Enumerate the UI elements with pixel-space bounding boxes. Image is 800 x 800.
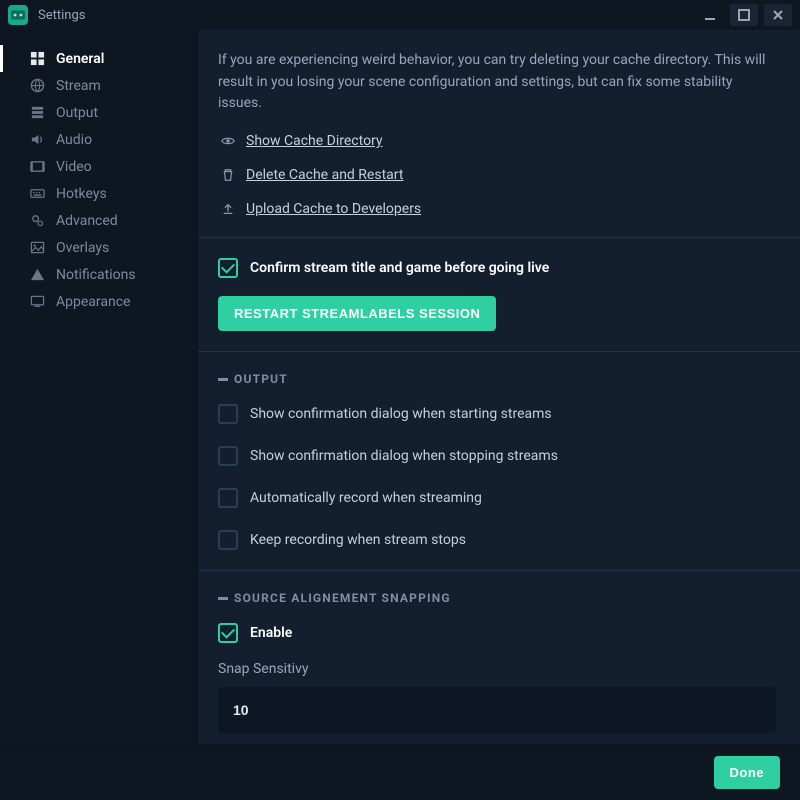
confirm-stream-row: Confirm stream title and game before goi…: [218, 258, 776, 278]
trash-icon: [218, 168, 238, 182]
window-minimize-button[interactable]: [696, 4, 724, 26]
eye-icon: [218, 134, 238, 148]
show-cache-row: Show Cache Directory: [218, 133, 776, 149]
grid-icon: [28, 51, 46, 66]
snap-sensitivity-input[interactable]: [218, 687, 776, 733]
snap-sensitivity-label: Snap Sensitivy: [218, 661, 776, 677]
auto-record-checkbox[interactable]: [218, 488, 238, 508]
sidebar-item-label: Audio: [56, 132, 92, 148]
upload-cache-link[interactable]: Upload Cache to Developers: [246, 201, 421, 217]
keyboard-icon: [28, 186, 46, 201]
sidebar-item-label: Appearance: [56, 294, 130, 310]
sidebar-item-label: Notifications: [56, 267, 136, 283]
audio-icon: [28, 132, 46, 147]
sidebar-item-label: Advanced: [56, 213, 118, 229]
snapping-enable-row: Enable: [218, 623, 776, 643]
sidebar-item-general[interactable]: General: [0, 45, 197, 72]
snapping-enable-label: Enable: [250, 625, 292, 641]
snapping-heading-label: Source Alignement Snapping: [234, 591, 451, 605]
snapping-enable-checkbox[interactable]: [218, 623, 238, 643]
keep-recording-checkbox[interactable]: [218, 530, 238, 550]
output-option-row: Show confirmation dialog when stopping s…: [218, 446, 776, 466]
sidebar-item-appearance[interactable]: Appearance: [0, 288, 197, 315]
output-option-row: Automatically record when streaming: [218, 488, 776, 508]
video-icon: [28, 159, 46, 174]
confirm-stream-label: Confirm stream title and game before goi…: [250, 260, 549, 276]
collapse-icon[interactable]: [218, 378, 228, 381]
gears-icon: [28, 213, 46, 228]
section-output: Output Show confirmation dialog when sta…: [198, 352, 800, 571]
footer: Done: [0, 744, 800, 800]
sidebar: General Stream Output Audio Video Hotkey…: [0, 30, 198, 744]
sidebar-item-label: Stream: [56, 78, 101, 94]
sidebar-item-overlays[interactable]: Overlays: [0, 234, 197, 261]
section-cache: If you are experiencing weird behavior, …: [198, 30, 800, 238]
output-option-row: Keep recording when stream stops: [218, 530, 776, 550]
stop-confirm-checkbox[interactable]: [218, 446, 238, 466]
sidebar-item-label: Output: [56, 105, 98, 121]
sidebar-item-audio[interactable]: Audio: [0, 126, 197, 153]
sidebar-item-video[interactable]: Video: [0, 153, 197, 180]
sidebar-item-label: Overlays: [56, 240, 109, 256]
sidebar-item-label: Hotkeys: [56, 186, 107, 202]
output-heading: Output: [218, 372, 776, 386]
section-confirm: Confirm stream title and game before goi…: [198, 238, 800, 352]
cache-help-text: If you are experiencing weird behavior, …: [218, 50, 776, 115]
output-icon: [28, 105, 46, 120]
done-button[interactable]: Done: [714, 756, 781, 789]
globe-icon: [28, 78, 46, 93]
sidebar-item-advanced[interactable]: Advanced: [0, 207, 197, 234]
start-confirm-label: Show confirmation dialog when starting s…: [250, 406, 552, 422]
sidebar-item-label: Video: [56, 159, 92, 175]
main-scroll[interactable]: If you are experiencing weird behavior, …: [198, 30, 800, 744]
sidebar-item-notifications[interactable]: Notifications: [0, 261, 197, 288]
snapping-heading: Source Alignement Snapping: [218, 591, 776, 605]
window-maximize-button[interactable]: [730, 4, 758, 26]
start-confirm-checkbox[interactable]: [218, 404, 238, 424]
delete-cache-link[interactable]: Delete Cache and Restart: [246, 167, 403, 183]
auto-record-label: Automatically record when streaming: [250, 490, 482, 506]
confirm-stream-checkbox[interactable]: [218, 258, 238, 278]
sidebar-item-hotkeys[interactable]: Hotkeys: [0, 180, 197, 207]
restart-streamlabels-button[interactable]: Restart Streamlabels Session: [218, 296, 496, 331]
section-snapping: Source Alignement Snapping Enable Snap S…: [198, 571, 800, 744]
sidebar-item-label: General: [56, 51, 104, 67]
warning-icon: [28, 267, 46, 282]
upload-icon: [218, 202, 238, 216]
window-title: Settings: [38, 8, 85, 23]
image-icon: [28, 240, 46, 255]
show-cache-link[interactable]: Show Cache Directory: [246, 133, 383, 149]
window-close-button[interactable]: [764, 4, 792, 26]
delete-cache-row: Delete Cache and Restart: [218, 167, 776, 183]
output-option-row: Show confirmation dialog when starting s…: [218, 404, 776, 424]
sidebar-item-output[interactable]: Output: [0, 99, 197, 126]
keep-recording-label: Keep recording when stream stops: [250, 532, 466, 548]
monitor-icon: [28, 294, 46, 309]
output-heading-label: Output: [234, 372, 288, 386]
collapse-icon[interactable]: [218, 597, 228, 600]
sidebar-item-stream[interactable]: Stream: [0, 72, 197, 99]
upload-cache-row: Upload Cache to Developers: [218, 201, 776, 217]
app-logo-icon: [8, 5, 28, 25]
stop-confirm-label: Show confirmation dialog when stopping s…: [250, 448, 558, 464]
main-panel: If you are experiencing weird behavior, …: [198, 30, 800, 744]
titlebar: Settings: [0, 0, 800, 30]
